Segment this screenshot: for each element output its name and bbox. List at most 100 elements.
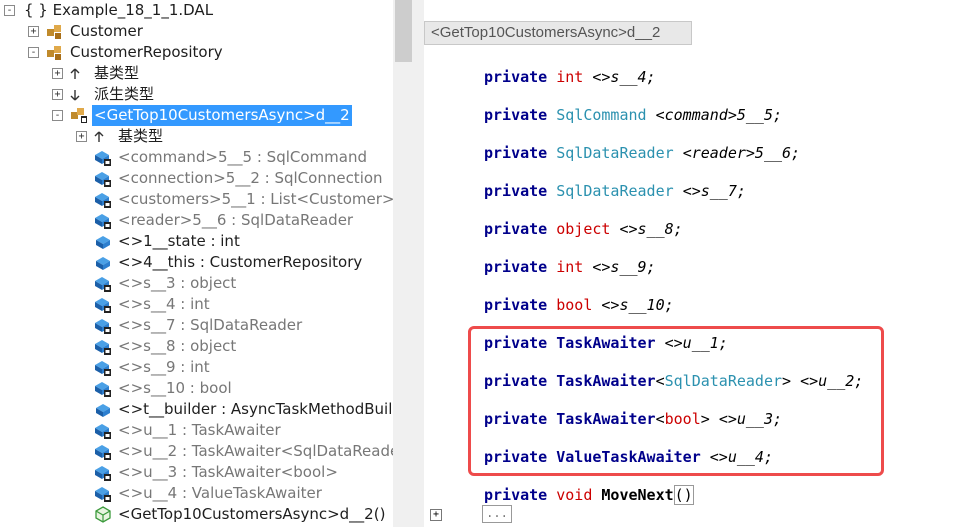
tree-item-label[interactable]: <>4__this : CustomerRepository: [116, 252, 364, 273]
tree-item-label[interactable]: <>s__9 : int: [116, 357, 212, 378]
code-line: private int <>s__9;: [484, 256, 656, 278]
tree-row[interactable]: <customers>5__1 : List<Customer>: [0, 189, 393, 210]
assembly-tree[interactable]: -{ } Example_18_1_1.DAL + Customer - Custome…: [0, 0, 393, 527]
tree-item-label[interactable]: <reader>5__6 : SqlDataReader: [116, 210, 355, 231]
tree-row[interactable]: <>s__4 : int: [0, 294, 393, 315]
tree-item-label[interactable]: <>s__7 : SqlDataReader: [116, 315, 304, 336]
tree-row[interactable]: -{ } Example_18_1_1.DAL: [0, 0, 393, 21]
collapsed-region[interactable]: ...: [482, 505, 512, 523]
tree-row[interactable]: <>s__7 : SqlDataReader: [0, 315, 393, 336]
private-field-icon: [94, 464, 112, 481]
keyword: private: [484, 296, 557, 314]
expand-icon[interactable]: +: [52, 68, 63, 79]
private-field-icon: [94, 443, 112, 460]
tree-row[interactable]: <>u__3 : TaskAwaiter<bool>: [0, 462, 393, 483]
tree-item-label[interactable]: <command>5__5 : SqlCommand: [116, 147, 369, 168]
expand-toggle-icon[interactable]: +: [430, 509, 442, 521]
private-field-icon: [94, 317, 112, 334]
tree-item-label[interactable]: <>s__8 : object: [116, 336, 238, 357]
tree-item-label[interactable]: <GetTop10CustomersAsync>d__2(): [116, 504, 387, 525]
private-field-icon: [94, 170, 112, 187]
tree-row[interactable]: <GetTop10CustomersAsync>d__2(): [0, 504, 393, 525]
type-name[interactable]: int: [556, 258, 583, 276]
tree-item-label[interactable]: <>1__state : int: [116, 231, 242, 252]
tree-item-label[interactable]: Customer: [68, 21, 145, 42]
type-name[interactable]: SqlDataReader: [556, 182, 673, 200]
tree-item-label[interactable]: { } Example_18_1_1.DAL: [22, 0, 215, 21]
tree-row[interactable]: + 基类型: [0, 63, 393, 84]
tree-item-label[interactable]: <>t__builder : AsyncTaskMethodBuild: [116, 399, 393, 420]
tree-item-label[interactable]: 派生类型: [92, 84, 156, 105]
collapse-icon[interactable]: -: [4, 5, 15, 16]
tree-item-label[interactable]: <>u__3 : TaskAwaiter<bool>: [116, 462, 340, 483]
private-field-icon: [94, 191, 112, 208]
method-name[interactable]: MoveNext: [601, 486, 673, 504]
tree-row[interactable]: <>1__state : int: [0, 231, 393, 252]
field-name[interactable]: <reader>5__6;: [683, 144, 800, 162]
keyword: private: [484, 106, 557, 124]
private-field-icon: [94, 338, 112, 355]
tree-row[interactable]: <>u__2 : TaskAwaiter<SqlDataReader: [0, 441, 393, 462]
keyword: private: [484, 68, 557, 86]
tree-item-label[interactable]: 基类型: [92, 63, 141, 84]
tree-row[interactable]: <>u__4 : ValueTaskAwaiter: [0, 483, 393, 504]
tree-item-label[interactable]: <>s__4 : int: [116, 294, 212, 315]
tree-item-label[interactable]: <>u__2 : TaskAwaiter<SqlDataReader: [116, 441, 393, 462]
tree-item-label[interactable]: <>s__10 : bool: [116, 378, 234, 399]
tree-item-label[interactable]: CustomerRepository: [68, 42, 225, 63]
expand-icon[interactable]: +: [28, 26, 39, 37]
scroll-thumb[interactable]: [395, 0, 412, 62]
class-icon: [46, 44, 64, 61]
code-line: private bool <>s__10;: [484, 294, 674, 316]
tree-row[interactable]: + 派生类型: [0, 84, 393, 105]
tree-row[interactable]: <>s__3 : object: [0, 273, 393, 294]
field-name[interactable]: <>s__10;: [601, 296, 673, 314]
tree-row[interactable]: <>s__9 : int: [0, 357, 393, 378]
editor-tab[interactable]: <GetTop10CustomersAsync>d__2: [424, 21, 692, 45]
type-name[interactable]: int: [556, 68, 583, 86]
tree-row[interactable]: <>4__this : CustomerRepository: [0, 252, 393, 273]
keyword: private: [484, 258, 557, 276]
tree-row[interactable]: + Customer: [0, 21, 393, 42]
tree-item-label[interactable]: <customers>5__1 : List<Customer>: [116, 189, 393, 210]
tree-scrollbar[interactable]: [393, 0, 414, 527]
tree-item-label[interactable]: <>u__1 : TaskAwaiter: [116, 420, 283, 441]
field-name[interactable]: <>s__8;: [619, 220, 682, 238]
private-field-icon: [94, 212, 112, 229]
tree-row[interactable]: <>s__8 : object: [0, 336, 393, 357]
field-name[interactable]: <>s__4;: [592, 68, 655, 86]
type-name[interactable]: object: [556, 220, 610, 238]
type-name[interactable]: SqlDataReader: [556, 144, 673, 162]
tree-row[interactable]: + 基类型: [0, 126, 393, 147]
expand-icon[interactable]: +: [76, 131, 87, 142]
code-line: private SqlCommand <command>5__5;: [484, 104, 782, 126]
code-editor[interactable]: <GetTop10CustomersAsync>d__2 private int…: [424, 0, 959, 527]
code-line: private object <>s__8;: [484, 218, 683, 240]
splitter[interactable]: [414, 0, 424, 527]
tree-item-label[interactable]: <connection>5__2 : SqlConnection: [116, 168, 385, 189]
tree-row[interactable]: <reader>5__6 : SqlDataReader: [0, 210, 393, 231]
tree-row[interactable]: - <GetTop10CustomersAsync>d__2: [0, 105, 393, 126]
field-name[interactable]: <command>5__5;: [656, 106, 782, 124]
field-name[interactable]: <>s__9;: [592, 258, 655, 276]
tree-item-label[interactable]: <>s__3 : object: [116, 273, 238, 294]
tree-row[interactable]: <>u__1 : TaskAwaiter: [0, 420, 393, 441]
class-icon: [46, 23, 64, 40]
tree-item-label[interactable]: <GetTop10CustomersAsync>d__2: [92, 105, 352, 126]
tree-row[interactable]: <command>5__5 : SqlCommand: [0, 147, 393, 168]
tree-row[interactable]: <connection>5__2 : SqlConnection: [0, 168, 393, 189]
tree-item-label[interactable]: 基类型: [116, 126, 165, 147]
tree-item-label[interactable]: <>u__4 : ValueTaskAwaiter: [116, 483, 324, 504]
collapse-icon[interactable]: -: [28, 47, 39, 58]
tree-row[interactable]: <>t__builder : AsyncTaskMethodBuild: [0, 399, 393, 420]
type-name[interactable]: SqlCommand: [556, 106, 646, 124]
collapse-icon[interactable]: -: [52, 110, 63, 121]
tree-row[interactable]: <>s__10 : bool: [0, 378, 393, 399]
expand-icon[interactable]: +: [52, 89, 63, 100]
private-field-icon: [94, 275, 112, 292]
type-name[interactable]: void: [556, 486, 592, 504]
type-name[interactable]: bool: [556, 296, 592, 314]
field-name[interactable]: <>s__7;: [683, 182, 746, 200]
keyword: private: [484, 220, 557, 238]
tree-row[interactable]: - CustomerRepository: [0, 42, 393, 63]
